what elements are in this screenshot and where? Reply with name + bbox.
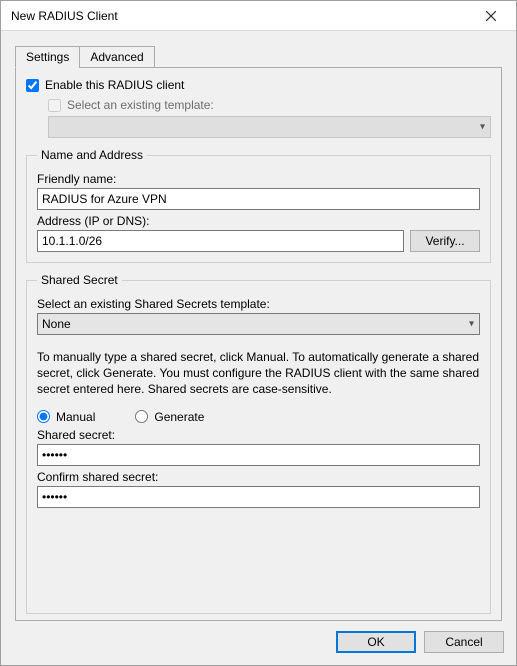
tab-panel-settings: Enable this RADIUS client Select an exis… [15, 68, 502, 621]
address-input[interactable] [37, 230, 404, 252]
secret-mode-radios: Manual Generate [37, 410, 480, 424]
shared-secret-label: Shared secret: [37, 428, 480, 442]
dialog-body: Settings Advanced Enable this RADIUS cli… [1, 31, 516, 621]
ok-button[interactable]: OK [336, 631, 416, 653]
existing-template-block: Select an existing template: ▾ [26, 98, 491, 138]
name-address-group: Name and Address Friendly name: Address … [26, 148, 491, 263]
cancel-button[interactable]: Cancel [424, 631, 504, 653]
confirm-secret-label: Confirm shared secret: [37, 470, 480, 484]
enable-client-checkbox[interactable] [26, 79, 39, 92]
enable-client-label: Enable this RADIUS client [45, 78, 184, 92]
shared-secret-help: To manually type a shared secret, click … [37, 349, 480, 398]
radio-manual-label: Manual [56, 410, 95, 424]
window-title: New RADIUS Client [11, 9, 118, 23]
shared-secret-legend: Shared Secret [37, 273, 122, 287]
close-icon [486, 11, 496, 21]
secret-template-label: Select an existing Shared Secrets templa… [37, 297, 480, 311]
tab-settings[interactable]: Settings [15, 46, 80, 68]
verify-button[interactable]: Verify... [410, 230, 480, 252]
friendly-name-label: Friendly name: [37, 172, 480, 186]
enable-client-row: Enable this RADIUS client [26, 78, 491, 92]
radio-manual[interactable] [37, 410, 50, 423]
dialog-window: New RADIUS Client Settings Advanced Enab… [0, 0, 517, 666]
tab-strip: Settings Advanced [15, 45, 502, 68]
radio-generate[interactable] [135, 410, 148, 423]
radio-generate-label: Generate [154, 410, 204, 424]
radio-generate-item[interactable]: Generate [135, 410, 204, 424]
friendly-name-input[interactable] [37, 188, 480, 210]
confirm-secret-input[interactable] [37, 486, 480, 508]
name-address-legend: Name and Address [37, 148, 147, 162]
close-button[interactable] [474, 1, 508, 30]
tab-advanced[interactable]: Advanced [79, 46, 154, 68]
titlebar: New RADIUS Client [1, 1, 516, 31]
dialog-button-bar: OK Cancel [1, 621, 516, 665]
address-label: Address (IP or DNS): [37, 214, 480, 228]
existing-template-label: Select an existing template: [67, 98, 214, 112]
existing-template-checkbox[interactable] [48, 99, 61, 112]
radio-manual-item[interactable]: Manual [37, 410, 95, 424]
existing-template-dropdown[interactable] [48, 116, 491, 138]
shared-secret-group: Shared Secret Select an existing Shared … [26, 273, 491, 614]
shared-secret-input[interactable] [37, 444, 480, 466]
secret-template-dropdown[interactable]: None [37, 313, 480, 335]
